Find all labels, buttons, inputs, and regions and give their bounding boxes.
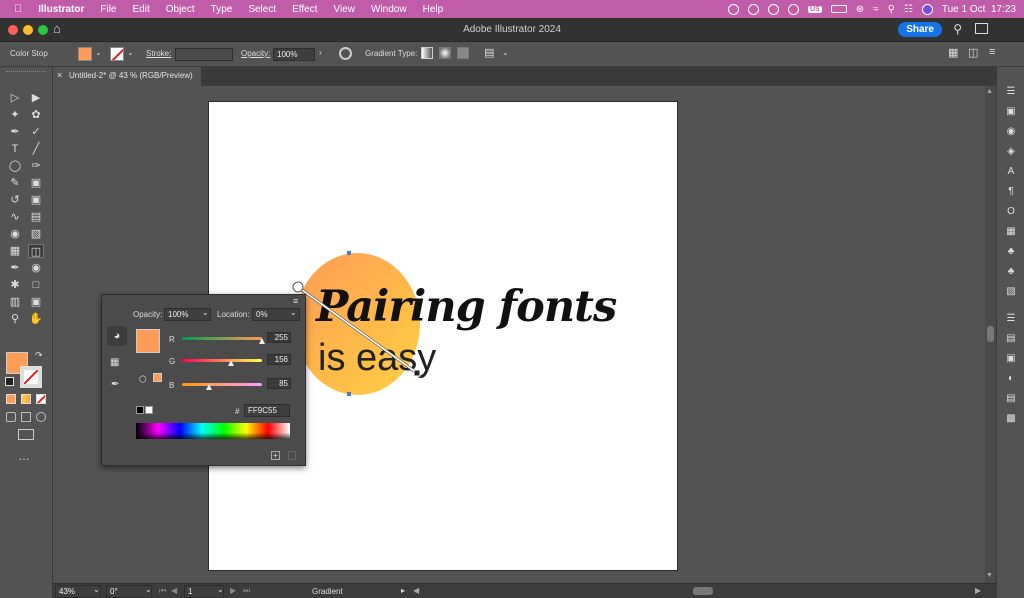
g-slider-track[interactable]	[182, 359, 262, 362]
chevron-down-icon[interactable]: ⌄	[290, 308, 297, 317]
r-slider-track[interactable]	[182, 337, 262, 340]
color-mode-tab-icon[interactable]: ◕	[107, 326, 127, 346]
location-label: Location:	[217, 310, 250, 319]
opacity-label: Opacity:	[133, 310, 163, 319]
gradient-end-handle	[413, 369, 421, 377]
b-label: B	[169, 381, 175, 390]
r-label: R	[169, 335, 175, 344]
color-spectrum[interactable]	[136, 423, 290, 439]
status-bar: 43% ⌄ 0° ⌄ ⏮ ◀ 1 ⌄ ▶ ⏭ Gradient ▸ ◀ ▶	[53, 583, 996, 598]
chevron-down-icon[interactable]: ⌄	[202, 308, 209, 317]
last-artboard-icon[interactable]: ⏭	[243, 586, 250, 596]
swatches-tab-icon[interactable]: ▦	[110, 357, 119, 368]
horizontal-scroll-left-icon[interactable]: ◀	[413, 586, 419, 595]
next-artboard-icon[interactable]: ▶	[230, 586, 236, 595]
b-slider-knob[interactable]	[205, 384, 212, 390]
b-value-field[interactable]: 85	[267, 378, 291, 389]
current-color-swatch[interactable]	[136, 329, 160, 353]
horizontal-scroll-right-icon[interactable]: ▶	[975, 586, 981, 595]
gradient-origin-handle	[292, 281, 304, 293]
chevron-down-icon[interactable]: ⌄	[145, 585, 152, 594]
hex-value-field[interactable]: FF9C55	[244, 404, 290, 417]
trash-icon	[288, 451, 296, 460]
add-swatch-icon[interactable]: +	[271, 451, 280, 460]
white-swatch[interactable]	[145, 406, 153, 414]
gradient-color-panel: ≡ Opacity: 100% ⌄ Location: 0% ⌄ ◕ ▦ ✒ ⬡…	[101, 294, 306, 466]
panel-menu-icon[interactable]: ≡	[293, 296, 298, 306]
hex-hash-label: #	[235, 407, 240, 416]
eyedropper-icon[interactable]: ✒	[111, 379, 119, 390]
b-slider-track[interactable]	[182, 383, 262, 386]
chevron-down-icon[interactable]: ⌄	[93, 585, 100, 594]
black-swatch[interactable]	[136, 406, 144, 414]
first-artboard-icon[interactable]: ⏮	[159, 586, 166, 596]
g-value-field[interactable]: 156	[267, 354, 291, 365]
out-of-gamut-icon[interactable]: ⬡	[139, 374, 147, 385]
g-label: G	[169, 357, 176, 366]
horizontal-scroll-thumb[interactable]	[693, 587, 713, 595]
scroll-up-arrow-icon[interactable]: ▲	[986, 88, 993, 95]
g-slider-knob[interactable]	[227, 360, 234, 366]
current-tool-label: Gradient	[312, 587, 343, 596]
gradient-slider-line-highlight	[297, 286, 418, 374]
vertical-scroll-thumb[interactable]	[987, 326, 994, 342]
web-safe-swatch[interactable]	[153, 373, 162, 382]
status-menu-arrow-icon[interactable]: ▸	[401, 586, 405, 595]
previous-artboard-icon[interactable]: ◀	[171, 586, 177, 595]
r-value-field[interactable]: 255	[267, 332, 291, 343]
r-slider-knob[interactable]	[259, 338, 265, 344]
chevron-down-icon[interactable]: ⌄	[217, 585, 224, 594]
scroll-down-arrow-icon[interactable]: ▼	[986, 572, 993, 579]
